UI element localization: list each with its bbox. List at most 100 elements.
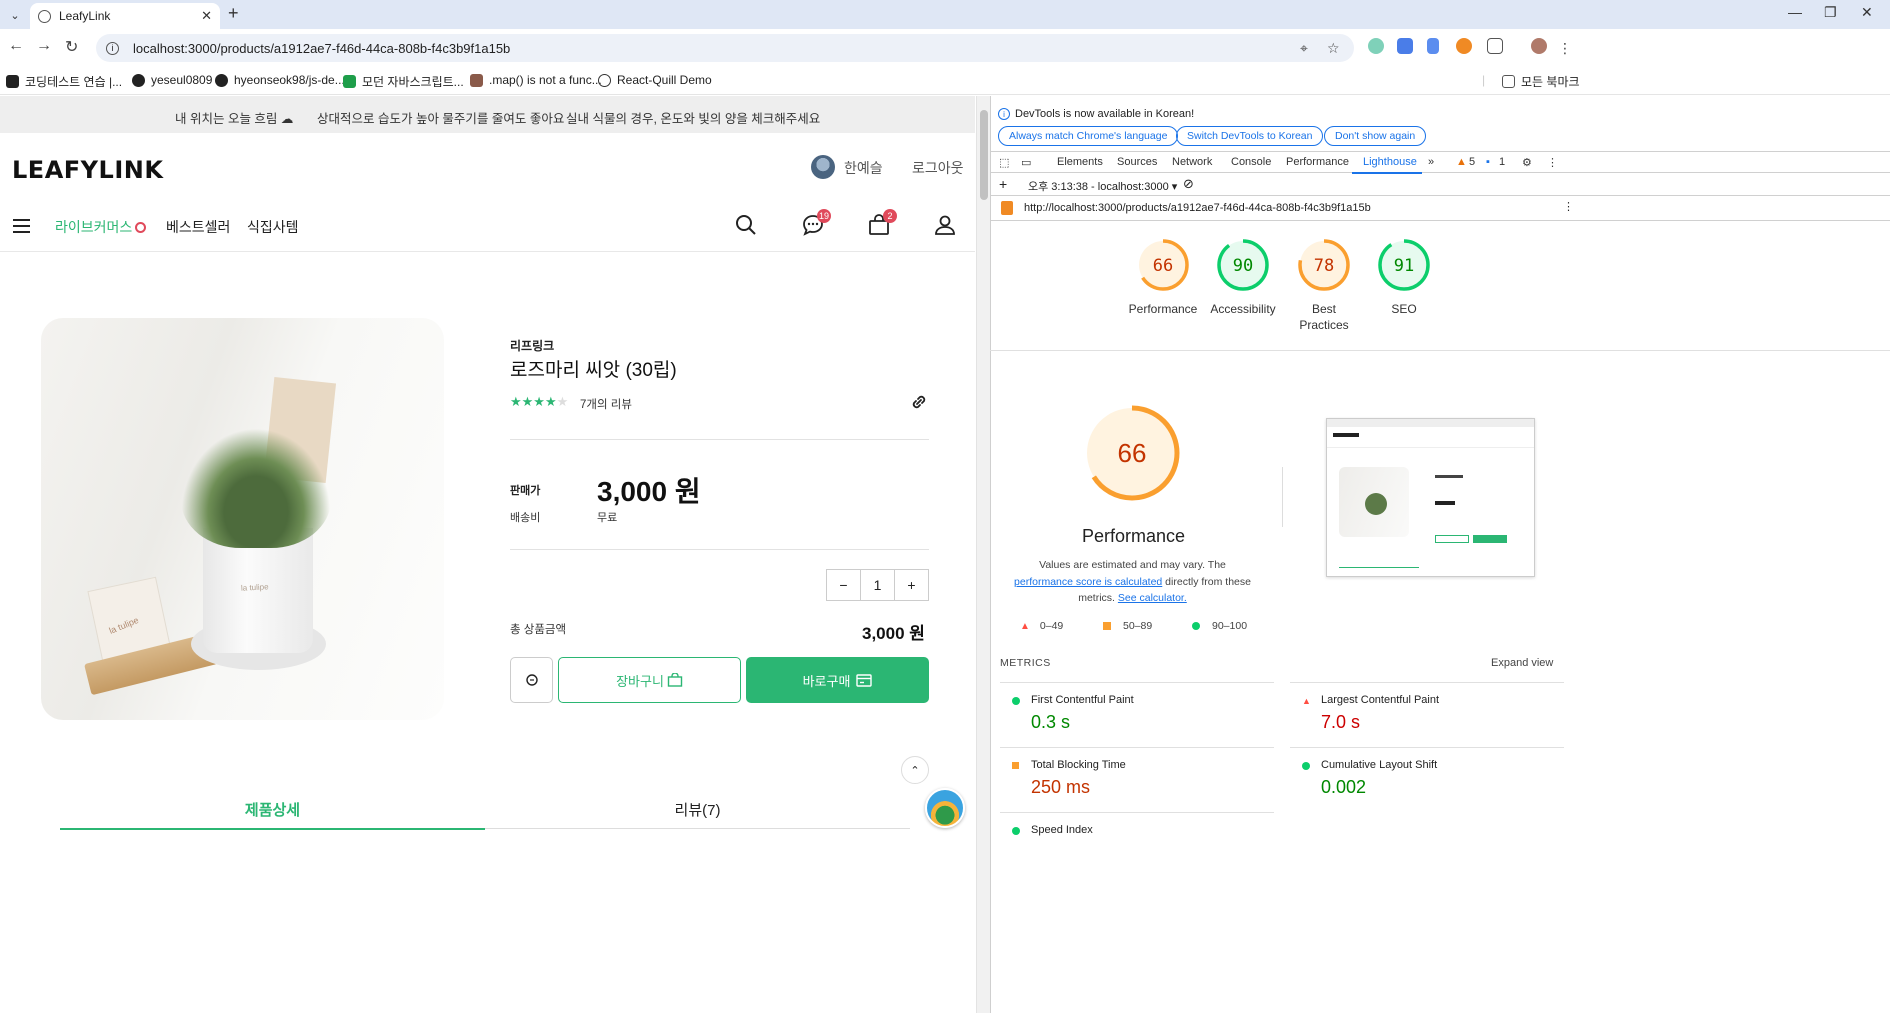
- location-pin-icon[interactable]: ⌖: [1300, 40, 1308, 57]
- metric-name: Speed Index: [1031, 824, 1093, 836]
- product-price: 3,000 원: [597, 476, 701, 507]
- svg-text:78: 78: [1314, 256, 1334, 276]
- chrome-menu-icon[interactable]: ⋮: [1558, 40, 1572, 57]
- translate-icon[interactable]: [1397, 38, 1413, 54]
- logout-link[interactable]: 로그아웃: [912, 158, 964, 178]
- report-selector[interactable]: 오후 3:13:38 - localhost:3000 ▾: [1028, 178, 1177, 194]
- score-gauge[interactable]: 91: [1376, 237, 1432, 293]
- performance-score-link[interactable]: performance score is calculated: [1014, 576, 1162, 588]
- devtools-menu-icon[interactable]: ⋮: [1547, 156, 1558, 169]
- score-gauge[interactable]: 78: [1296, 237, 1352, 293]
- active-tab-indicator: [60, 828, 485, 830]
- bookmarks-bar: 코딩테스트 연습 |... yeseul0809 hyeonseok98/js-…: [0, 67, 1890, 95]
- rating-stars: ★★★★★: [510, 394, 569, 409]
- buy-now-button[interactable]: 바로구매: [746, 657, 929, 703]
- circle-icon: [1302, 762, 1310, 770]
- profile-avatar[interactable]: [1531, 38, 1547, 54]
- tab-reviews[interactable]: 리뷰(7): [485, 799, 910, 820]
- tab-network[interactable]: Network: [1172, 156, 1212, 168]
- settings-gear-icon[interactable]: ⚙: [1522, 156, 1532, 169]
- score-gauge[interactable]: 90: [1215, 237, 1271, 293]
- devtools-tabs: ⬚ ▭ Elements Sources Network Console Per…: [991, 151, 1890, 174]
- bookmark-item[interactable]: React-Quill Demo: [598, 73, 712, 87]
- scroll-top-button[interactable]: ⌃: [901, 756, 929, 784]
- extension-doc-icon[interactable]: [1427, 38, 1439, 54]
- chat-icon[interactable]: 19: [802, 209, 831, 241]
- tab-elements[interactable]: Elements: [1057, 156, 1103, 168]
- total-label: 총 상품금액: [510, 624, 567, 636]
- inspect-element-icon[interactable]: ⬚: [999, 156, 1009, 169]
- search-icon[interactable]: [735, 214, 757, 241]
- increase-button[interactable]: +: [894, 570, 928, 600]
- message-icon[interactable]: ▪: [1486, 156, 1490, 168]
- omnibox[interactable]: i localhost:3000/products/a1912ae7-f46d-…: [96, 34, 1354, 62]
- minimize-icon[interactable]: —: [1788, 4, 1802, 20]
- metrics-header: METRICS: [1000, 657, 1051, 669]
- bookmark-item[interactable]: 코딩테스트 연습 |...: [6, 73, 122, 90]
- decrease-button[interactable]: −: [827, 570, 861, 600]
- github-icon: [215, 73, 228, 87]
- forward-icon[interactable]: →: [36, 37, 52, 55]
- cart-icon[interactable]: 2: [868, 209, 897, 241]
- divider: [510, 439, 929, 440]
- tab-lighthouse[interactable]: Lighthouse: [1363, 156, 1417, 168]
- tab-search-chevron-icon[interactable]: ⌄: [4, 4, 26, 26]
- user-avatar[interactable]: [811, 155, 835, 179]
- floating-chatbot-avatar[interactable]: [925, 788, 965, 828]
- scrollbar-thumb[interactable]: [980, 110, 988, 200]
- weather-tip: 실내 식물의 경우, 온도와 빛의 양을 체크해주세요: [566, 112, 821, 126]
- back-icon[interactable]: ←: [8, 37, 24, 55]
- add-to-cart-button[interactable]: 장바구니: [558, 657, 741, 703]
- new-tab-button[interactable]: +: [228, 3, 239, 24]
- user-icon[interactable]: [934, 214, 956, 241]
- extensions-puzzle-icon[interactable]: [1487, 38, 1503, 54]
- site-info-icon[interactable]: i: [106, 41, 119, 55]
- site-logo[interactable]: LEAFYLINK: [12, 156, 163, 184]
- review-count[interactable]: 7개의 리뷰: [580, 396, 632, 412]
- page-scrollbar[interactable]: [976, 96, 990, 1013]
- nav-plant-items[interactable]: 식집사템: [247, 217, 299, 237]
- weather-bar: 내 위치는 오늘 흐림 ☁ 상대적으로 습도가 높아 물주기를 줄여도 좋아요 …: [0, 96, 975, 133]
- hamburger-menu-icon[interactable]: [13, 219, 30, 237]
- extension-icon[interactable]: [1368, 38, 1384, 54]
- score-gauge-label: Accessibility: [1210, 302, 1276, 316]
- browser-tab[interactable]: LeafyLink ✕: [30, 3, 220, 29]
- close-window-icon[interactable]: ✕: [1861, 4, 1873, 21]
- bookmark-item[interactable]: yeseul0809: [132, 73, 212, 87]
- chat-inquiry-button[interactable]: [510, 657, 553, 703]
- tab-sources[interactable]: Sources: [1117, 156, 1157, 168]
- tab-console[interactable]: Console: [1231, 156, 1271, 168]
- tab-product-detail[interactable]: 제품상세: [60, 799, 485, 820]
- all-bookmarks[interactable]: 모든 북마크: [1502, 73, 1580, 90]
- bookmark-star-icon[interactable]: ☆: [1327, 40, 1340, 57]
- all-bookmarks-label: 모든 북마크: [1521, 75, 1580, 89]
- more-tabs-icon[interactable]: »: [1428, 156, 1434, 168]
- calculator-link[interactable]: See calculator.: [1118, 592, 1187, 604]
- bookmark-item[interactable]: 모던 자바스크립트...: [343, 73, 464, 90]
- score-gauge[interactable]: 66: [1135, 237, 1191, 293]
- page-screenshot-thumbnail[interactable]: [1326, 418, 1535, 577]
- user-name[interactable]: 한예슬: [844, 158, 883, 178]
- expand-view-toggle[interactable]: Expand view: [1491, 657, 1553, 669]
- tab-performance[interactable]: Performance: [1286, 156, 1349, 168]
- bookmark-item[interactable]: .map() is not a func...: [470, 73, 602, 87]
- match-language-button[interactable]: Always match Chrome's language: [998, 126, 1179, 146]
- quantity-value[interactable]: 1: [861, 570, 894, 600]
- bookmark-item[interactable]: hyeonseok98/js-de...: [215, 73, 345, 87]
- nav-bestseller[interactable]: 베스트셀러: [166, 217, 230, 237]
- switch-korean-button[interactable]: Switch DevTools to Korean: [1176, 126, 1324, 146]
- bag-icon: [667, 673, 683, 687]
- dont-show-again-button[interactable]: Don't show again: [1324, 126, 1427, 146]
- reload-icon[interactable]: ↻: [65, 37, 78, 57]
- new-report-icon[interactable]: +: [999, 176, 1007, 192]
- report-time: 오후 3:13:38 - localhost:3000: [1028, 181, 1169, 193]
- clear-icon[interactable]: ⊘: [1183, 176, 1194, 192]
- share-link-icon[interactable]: [909, 392, 929, 417]
- restore-icon[interactable]: ❐: [1824, 4, 1837, 21]
- device-toolbar-icon[interactable]: ▭: [1021, 156, 1031, 169]
- close-tab-icon[interactable]: ✕: [201, 8, 212, 24]
- warning-icon[interactable]: ▲: [1456, 156, 1467, 168]
- extension-lighthouse-icon[interactable]: [1456, 38, 1472, 54]
- nav-live-commerce[interactable]: 라이브커머스: [55, 217, 147, 237]
- report-menu-icon[interactable]: ⋮: [1563, 200, 1574, 213]
